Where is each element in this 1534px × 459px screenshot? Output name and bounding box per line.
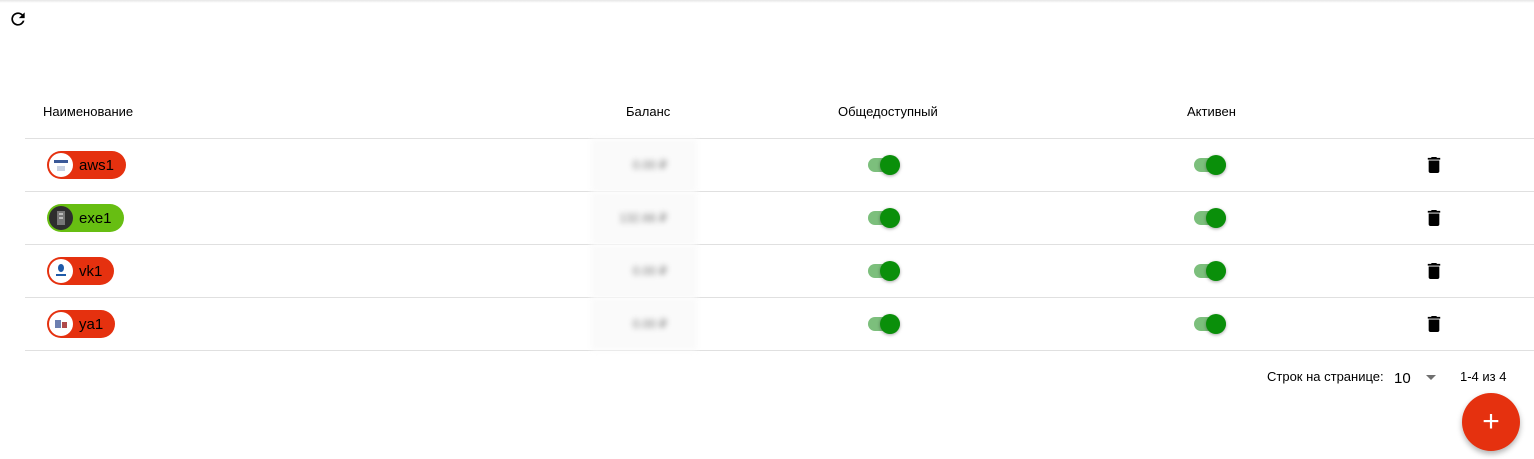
rows-per-page-label: Строк на странице: (1267, 369, 1384, 384)
provider-avatar (49, 259, 73, 283)
providers-table: Наименование Баланс Общедоступный Активе… (25, 85, 1534, 351)
table-row[interactable]: exe1 132.66 ₽ (25, 192, 1534, 245)
provider-name: vk1 (79, 262, 103, 280)
delete-button[interactable] (1422, 259, 1446, 283)
toggle-thumb (880, 208, 900, 228)
public-toggle[interactable] (867, 259, 903, 283)
toggle-thumb (880, 261, 900, 281)
rows-per-page-value: 10 (1394, 369, 1411, 387)
provider-name: aws1 (79, 156, 115, 174)
balance-value: 132.66 ₽ (591, 192, 697, 244)
provider-avatar (49, 312, 73, 336)
provider-avatar (49, 206, 73, 230)
public-toggle[interactable] (867, 312, 903, 336)
trash-icon (1427, 157, 1441, 173)
provider-avatar (49, 153, 73, 177)
active-toggle[interactable] (1193, 259, 1229, 283)
toggle-thumb (1206, 155, 1226, 175)
provider-chip[interactable]: ya1 (47, 310, 116, 338)
refresh-icon (11, 12, 25, 26)
delete-button[interactable] (1422, 206, 1446, 230)
trash-icon (1427, 263, 1441, 279)
active-toggle[interactable] (1193, 206, 1229, 230)
trash-icon (1427, 210, 1441, 226)
table-row[interactable]: ya1 0.00 ₽ (25, 298, 1534, 351)
caret-down-icon (1426, 375, 1436, 380)
top-divider (0, 0, 1534, 3)
active-toggle[interactable] (1193, 312, 1229, 336)
header-active[interactable]: Активен (1187, 104, 1236, 119)
provider-chip[interactable]: vk1 (47, 257, 115, 285)
plus-icon: + (1482, 405, 1500, 438)
toggle-thumb (1206, 208, 1226, 228)
refresh-button[interactable] (6, 7, 30, 31)
provider-name: ya1 (79, 315, 104, 333)
table-row[interactable]: aws1 0.00 ₽ (25, 139, 1534, 192)
balance-value: 0.00 ₽ (591, 298, 697, 350)
public-toggle[interactable] (867, 206, 903, 230)
table-row[interactable]: vk1 0.00 ₽ (25, 245, 1534, 298)
delete-button[interactable] (1422, 153, 1446, 177)
pagination-range: 1-4 из 4 (1460, 369, 1507, 384)
table-header: Наименование Баланс Общедоступный Активе… (25, 85, 1534, 139)
toggle-thumb (880, 314, 900, 334)
toggle-thumb (1206, 261, 1226, 281)
header-balance[interactable]: Баланс (626, 104, 670, 119)
balance-value: 0.00 ₽ (591, 139, 697, 191)
header-public[interactable]: Общедоступный (838, 104, 938, 119)
provider-chip[interactable]: exe1 (47, 204, 124, 232)
header-name[interactable]: Наименование (43, 104, 133, 119)
trash-icon (1427, 316, 1441, 332)
provider-chip[interactable]: aws1 (47, 151, 127, 179)
toggle-thumb (880, 155, 900, 175)
active-toggle[interactable] (1193, 153, 1229, 177)
balance-value: 0.00 ₽ (591, 245, 697, 297)
rows-per-page-select[interactable]: 10 (1394, 367, 1440, 389)
add-button[interactable]: + (1462, 393, 1520, 451)
public-toggle[interactable] (867, 153, 903, 177)
delete-button[interactable] (1422, 312, 1446, 336)
toggle-thumb (1206, 314, 1226, 334)
provider-name: exe1 (79, 209, 112, 227)
